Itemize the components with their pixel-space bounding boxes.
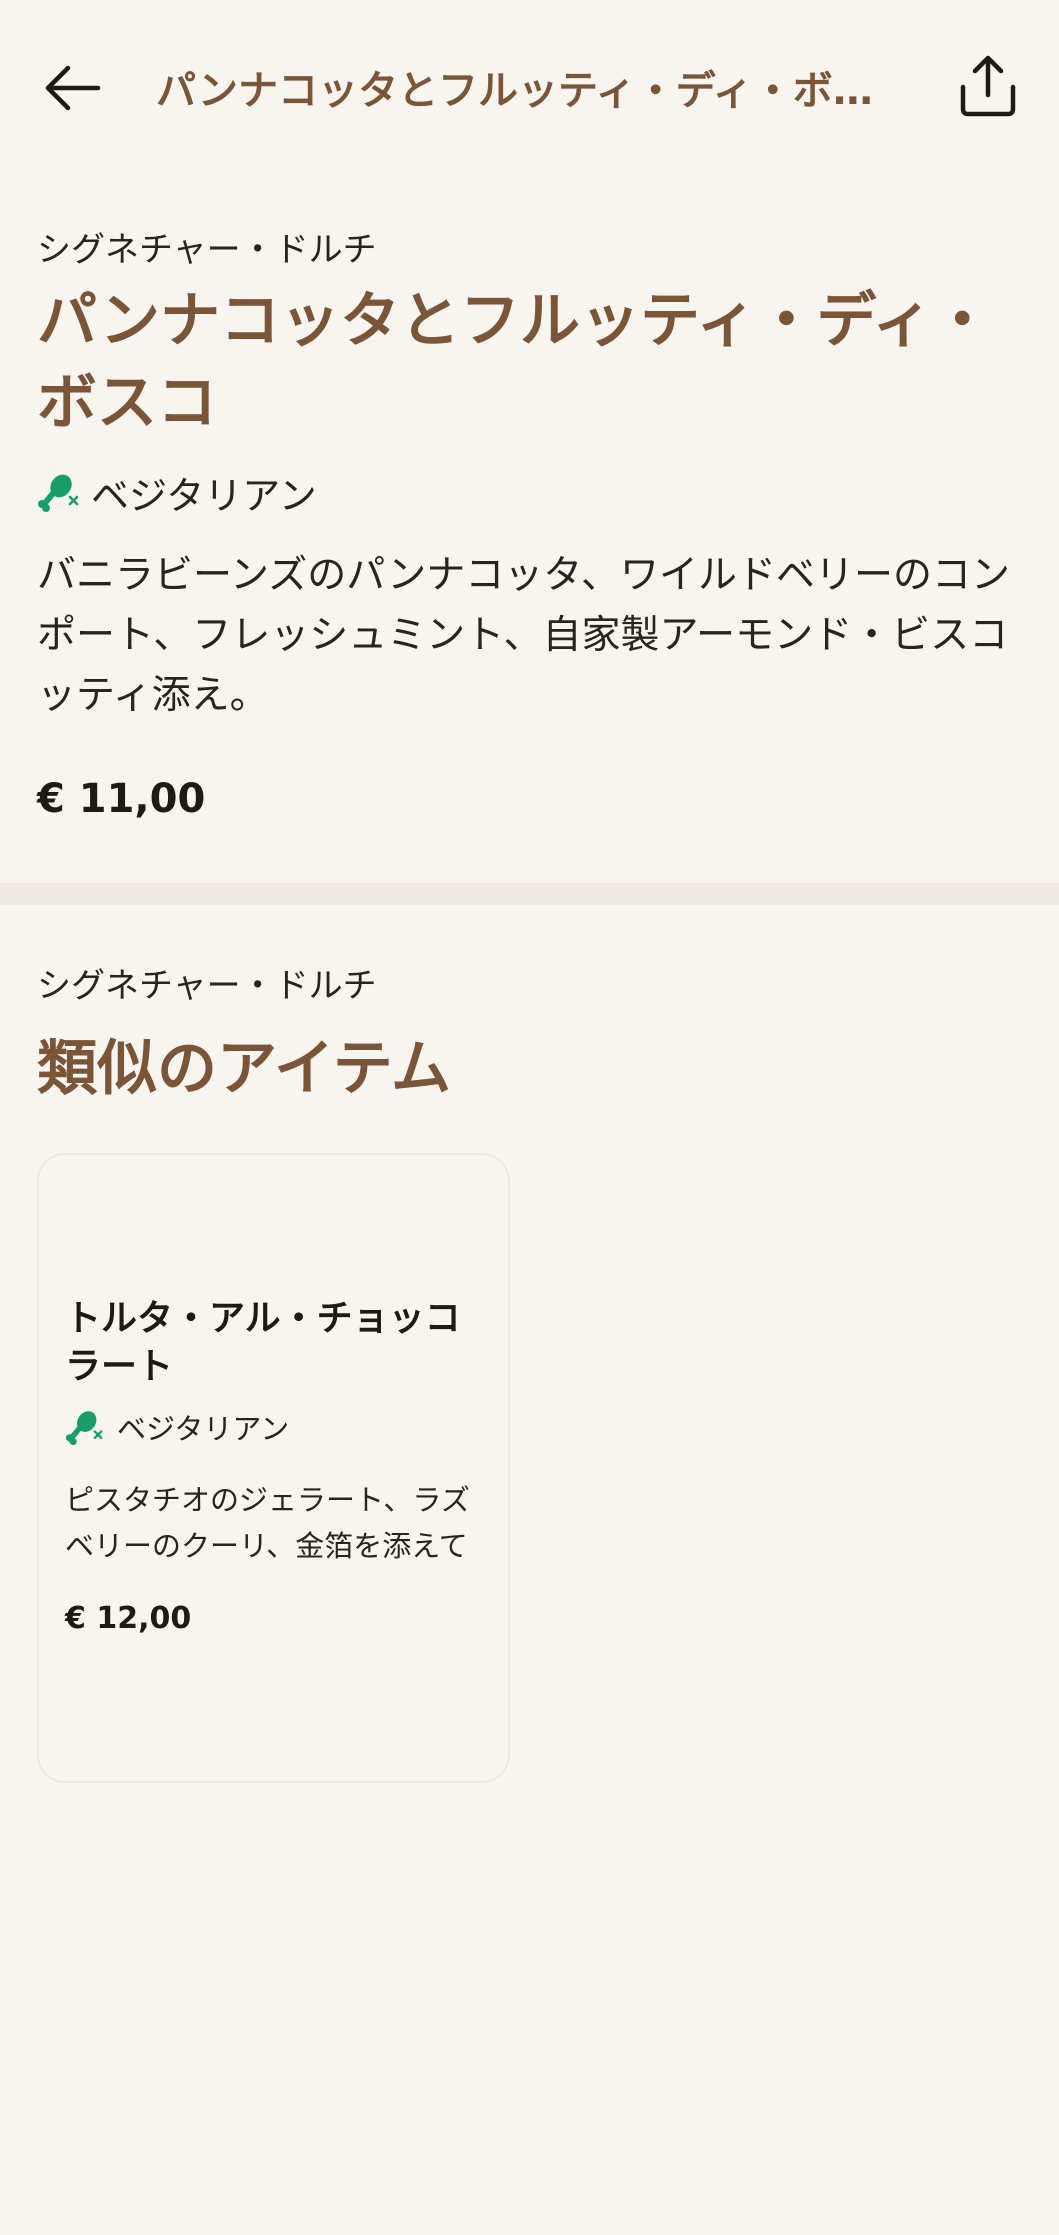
card-price: € 12,00 <box>65 1601 192 1636</box>
share-icon <box>960 55 1016 117</box>
card-description: ピスタチオのジェラート、ラズベリーのクーリ、金箔を添えて <box>65 1483 470 1563</box>
item-description: バニラビーンズのパンナコッタ、ワイルドベリーのコンポート、フレッシュミント、自家… <box>37 553 1011 718</box>
similar-item-card[interactable]: トルタ・アル・チョッコラート ベジタリアン ピスタチオのジェラート、ラズベリーの… <box>37 1153 510 1783</box>
vegetarian-no-meat-icon <box>65 1408 103 1446</box>
vegetarian-no-meat-icon <box>37 471 79 513</box>
back-button[interactable] <box>36 52 108 124</box>
item-price: € 11,00 <box>37 776 206 822</box>
similar-items-title: 類似のアイテム <box>37 1034 451 1104</box>
diet-label: ベジタリアン <box>91 473 317 518</box>
card-diet-label: ベジタリアン <box>117 1412 290 1446</box>
similar-category: シグネチャー・ドルチ <box>37 966 377 1006</box>
top-bar: パンナコッタとフルッティ・ディ・ボスコ <box>0 0 1059 170</box>
item-detail-page: パンナコッタとフルッティ・ディ・ボスコ シグネチャー・ドルチ パンナコッタとフル… <box>0 0 1059 2235</box>
diet-badge: ベジタリアン <box>37 466 317 518</box>
section-divider <box>0 883 1059 905</box>
share-button[interactable] <box>950 48 1026 124</box>
card-diet-badge: ベジタリアン <box>65 1407 289 1447</box>
header-title: パンナコッタとフルッティ・ディ・ボスコ <box>156 68 906 114</box>
item-category: シグネチャー・ドルチ <box>37 230 377 270</box>
card-title: トルタ・アル・チョッコラート <box>65 1298 461 1387</box>
item-title: パンナコッタとフルッティ・ディ・ボスコ <box>37 286 993 438</box>
arrow-left-icon <box>45 65 101 111</box>
